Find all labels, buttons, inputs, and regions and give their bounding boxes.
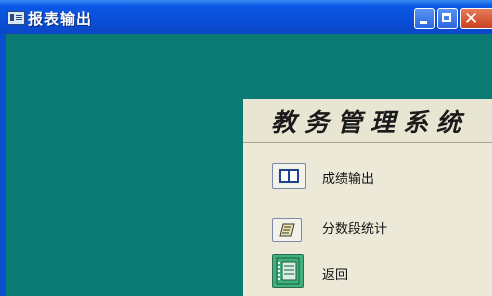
- report-output-window: 报表输出 ✕ 教务管理系统 成绩输出 分数段统计 返回: [0, 0, 492, 296]
- window-title: 报表输出: [28, 10, 93, 28]
- grade-output-button[interactable]: [272, 163, 306, 189]
- menu-panel: 教务管理系统 成绩输出 分数段统计 返回: [243, 99, 492, 296]
- note-icon: [279, 223, 295, 237]
- panel-header: 教务管理系统: [243, 99, 492, 143]
- grade-output-label[interactable]: 成绩输出: [322, 168, 374, 187]
- return-button[interactable]: [272, 254, 304, 288]
- title-bar[interactable]: 报表输出 ✕: [0, 0, 492, 34]
- minimize-button[interactable]: [414, 8, 435, 29]
- close-icon: ✕: [464, 9, 479, 29]
- return-label[interactable]: 返回: [322, 264, 348, 283]
- score-range-stats-label[interactable]: 分数段统计: [322, 218, 387, 237]
- minimize-icon: [420, 21, 427, 24]
- maximize-button[interactable]: [437, 8, 458, 29]
- system-title: 教务管理系统: [271, 108, 470, 137]
- app-icon: [7, 11, 25, 25]
- close-button[interactable]: ✕: [460, 8, 492, 29]
- maximize-icon: [442, 13, 451, 22]
- notebook-icon: [276, 257, 300, 285]
- score-range-stats-button[interactable]: [272, 218, 302, 242]
- book-icon: [279, 169, 299, 183]
